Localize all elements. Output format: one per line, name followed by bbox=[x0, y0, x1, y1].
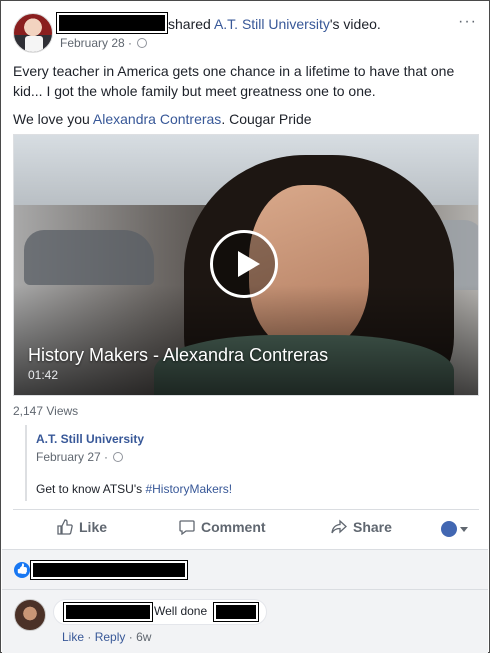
comments-section: Well done Like · Reply · 6w bbox=[2, 589, 488, 653]
like-button[interactable]: Like bbox=[57, 519, 107, 535]
caret-down-icon bbox=[460, 527, 468, 532]
shared-author-link[interactable]: A.T. Still University bbox=[36, 432, 144, 446]
comment-age[interactable]: 6w bbox=[136, 630, 151, 644]
page-suffix-text: 's video. bbox=[329, 16, 381, 32]
shared-post-meta: February 27 · bbox=[36, 450, 124, 464]
shared-post-text: Get to know ATSU's #HistoryMakers! bbox=[36, 482, 232, 496]
post-text: Every teacher in America gets one chance… bbox=[13, 61, 479, 137]
comment-text: Well done bbox=[154, 604, 208, 618]
redacted-comment-tag bbox=[213, 602, 259, 622]
redacted-commenter-name bbox=[63, 602, 153, 622]
page-avatar-icon bbox=[441, 521, 457, 537]
comment-button[interactable]: Comment bbox=[179, 519, 266, 535]
post-header-line: shared A.T. Still University's video. bbox=[168, 16, 381, 32]
reactions-summary[interactable] bbox=[2, 549, 488, 589]
comment-bubble: Well done bbox=[53, 599, 267, 625]
video-duration: 01:42 bbox=[28, 368, 59, 382]
post-body-line-2: We love you Alexandra Contreras. Cougar … bbox=[13, 109, 479, 129]
post-body-prefix: We love you bbox=[13, 111, 93, 127]
page-name-link[interactable]: A.T. Still University bbox=[214, 16, 330, 32]
globe-icon bbox=[137, 38, 148, 48]
redacted-reactors bbox=[30, 560, 188, 580]
share-icon bbox=[331, 519, 347, 534]
poster-avatar[interactable] bbox=[13, 13, 53, 53]
view-count: 2,147 Views bbox=[13, 404, 79, 418]
like-label: Like bbox=[79, 519, 108, 535]
globe-icon bbox=[113, 452, 124, 462]
comment-actions: Like · Reply · 6w bbox=[62, 630, 151, 644]
shared-meta-separator: · bbox=[104, 450, 109, 464]
facebook-post: shared A.T. Still University's video. Fe… bbox=[0, 0, 490, 653]
shared-post-content: A.T. Still University February 27 · Get … bbox=[36, 425, 466, 501]
thumbs-up-icon bbox=[57, 519, 73, 535]
post-action-bar: Like Comment Share bbox=[13, 509, 479, 549]
post-date[interactable]: February 28 bbox=[60, 36, 125, 50]
video-car-left bbox=[24, 230, 154, 285]
comment-reply-link[interactable]: Reply bbox=[95, 630, 126, 644]
play-icon[interactable] bbox=[210, 230, 278, 298]
shared-text-prefix: Get to know ATSU's bbox=[36, 482, 146, 496]
comment-separator: · bbox=[128, 630, 133, 644]
like-reaction-icon bbox=[14, 562, 30, 578]
more-options-icon[interactable]: ··· bbox=[458, 13, 477, 31]
video-player[interactable]: History Makers - Alexandra Contreras 01:… bbox=[13, 134, 479, 396]
post-header: shared A.T. Still University's video. Fe… bbox=[13, 12, 479, 53]
commenter-avatar[interactable] bbox=[14, 599, 46, 631]
audience-selector[interactable] bbox=[441, 521, 468, 537]
shared-action-text: shared bbox=[168, 16, 211, 32]
post-meta: February 28 · bbox=[60, 36, 148, 50]
comment-icon bbox=[179, 520, 195, 535]
comment-label: Comment bbox=[201, 519, 266, 535]
video-gradient-overlay bbox=[14, 285, 478, 395]
share-label: Share bbox=[353, 519, 392, 535]
shared-post-attachment: A.T. Still University February 27 · Get … bbox=[25, 425, 465, 501]
post-body-suffix: . Cougar Pride bbox=[221, 111, 312, 127]
shared-post-date[interactable]: February 27 bbox=[36, 450, 101, 464]
comment-like-link[interactable]: Like bbox=[62, 630, 84, 644]
video-title: History Makers - Alexandra Contreras bbox=[28, 345, 329, 365]
mention-link[interactable]: Alexandra Contreras bbox=[93, 111, 221, 127]
comment-separator: · bbox=[87, 630, 92, 644]
hashtag-link[interactable]: #HistoryMakers! bbox=[145, 482, 232, 496]
share-button[interactable]: Share bbox=[331, 519, 392, 535]
meta-separator: · bbox=[128, 36, 133, 50]
redacted-poster-name bbox=[56, 12, 168, 34]
post-body-line-1: Every teacher in America gets one chance… bbox=[13, 63, 455, 99]
